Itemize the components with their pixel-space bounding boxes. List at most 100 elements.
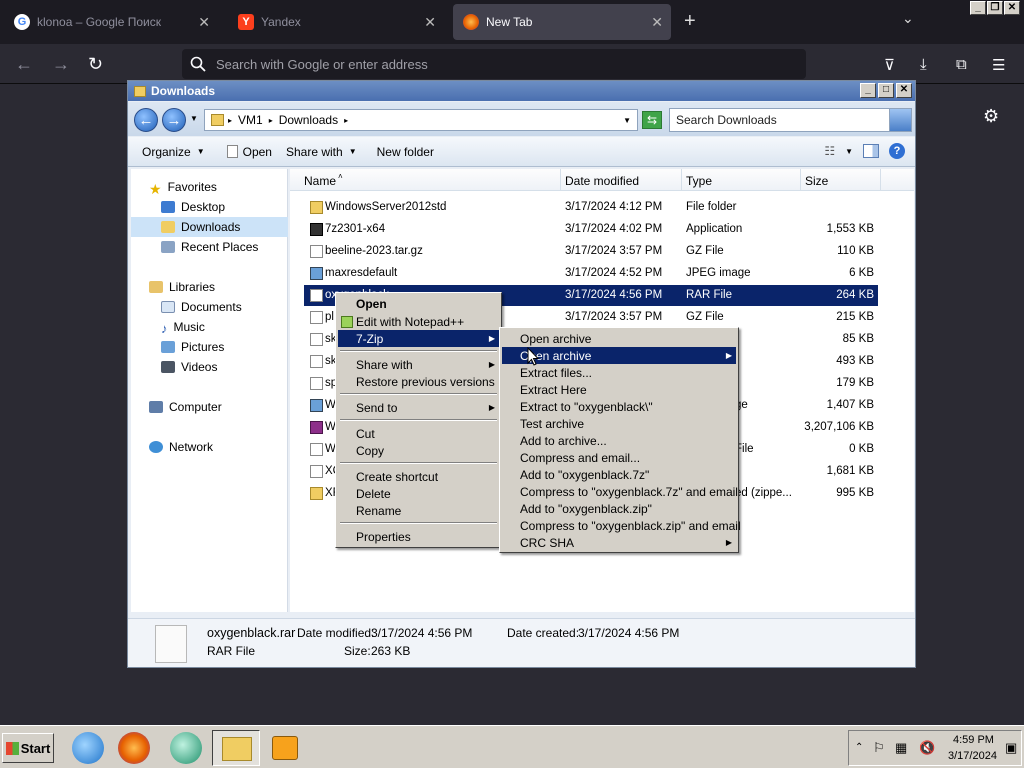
minimize-button[interactable]: _ [860,83,876,98]
recent-pages-chevron-icon[interactable]: ▼ [190,114,198,123]
address-dropdown-icon[interactable]: ▼ [623,116,631,125]
column-size[interactable]: Size [805,174,828,188]
chevron-down-icon[interactable]: ▼ [845,147,853,156]
tab-google[interactable]: G klonoa – Google Поиск ✕ [4,4,218,40]
menu-item-rename[interactable]: Rename [338,502,499,519]
tab-new-tab[interactable]: New Tab ✕ [453,4,671,40]
clock-date[interactable]: 3/17/2024 [948,750,997,762]
submenu-item-compress-7z-email[interactable]: Compress to "oxygenblack.7z" and email [502,483,738,500]
column-date-modified[interactable]: Date modified [565,174,639,188]
view-options-icon[interactable]: ☷ [824,144,835,158]
menu-item-cut[interactable]: Cut [338,425,499,442]
help-icon[interactable]: ? [889,143,905,159]
submenu-item-add-7z[interactable]: Add to "oxygenblack.7z" [502,466,736,483]
file-icon [310,289,323,302]
list-all-tabs-chevron-icon[interactable]: ⌄ [902,10,914,27]
url-bar[interactable]: Search with Google or enter address [182,49,806,79]
forward-arrow-icon[interactable]: → [52,54,70,75]
nav-libraries[interactable]: Libraries [131,277,288,297]
submenu-item-compress-zip-email[interactable]: Compress to "oxygenblack.zip" and email [502,517,741,534]
submenu-item-test-archive[interactable]: Test archive [502,415,736,432]
nav-computer[interactable]: Computer [131,397,288,417]
file-row[interactable]: beeline-2023.tar.gz 3/17/2024 3:57 PM GZ… [304,241,878,262]
media-center-icon[interactable] [170,732,202,764]
pocket-icon[interactable]: ⊽ [884,56,895,74]
chevron-icon: ▸ [268,115,273,125]
submenu-item-add-to-archive[interactable]: Add to archive... [502,432,736,449]
back-arrow-icon[interactable]: ← [15,54,33,75]
breadcrumb-vm1[interactable]: VM1 [238,113,263,127]
nav-videos[interactable]: Videos [131,357,288,377]
menu-item-open[interactable]: Open [338,295,499,312]
maximize-button[interactable]: □ [878,83,894,98]
back-button[interactable]: ← [134,108,158,132]
menu-item-7zip[interactable]: 7-Zip ▶ [338,330,499,347]
nav-downloads[interactable]: Downloads [131,217,288,237]
close-tab-icon[interactable]: ✕ [198,14,210,31]
new-folder-button[interactable]: New folder [377,145,434,159]
flag-icon[interactable]: ⚐ [873,740,885,756]
search-icon[interactable] [889,109,911,131]
close-tab-icon[interactable]: ✕ [424,14,436,31]
reload-icon[interactable]: ↻ [88,54,103,75]
nav-documents[interactable]: Documents [131,297,288,317]
submenu-item-extract-files[interactable]: Extract files... [502,364,736,381]
explorer-title-bar[interactable]: Downloads _ □ ✕ [128,81,915,101]
address-bar[interactable]: ▸ VM1 ▸ Downloads ▸ ▼ [204,109,638,131]
file-row[interactable]: maxresdefault 3/17/2024 4:52 PM JPEG ima… [304,263,878,284]
close-button[interactable]: ✕ [1004,1,1020,15]
gear-icon[interactable]: ⚙ [983,106,999,127]
submenu-item-compress-email[interactable]: Compress and email... [502,449,736,466]
file-row[interactable]: WindowsServer2012std 3/17/2024 4:12 PM F… [304,197,878,218]
new-tab-plus-icon[interactable]: + [684,10,696,33]
menu-icon[interactable]: ☰ [992,56,1005,74]
nav-favorites[interactable]: ★ Favorites [131,177,288,197]
search-input[interactable]: Search Downloads [669,108,912,132]
submenu-item-crc-sha[interactable]: CRC SHA ▶ [502,534,736,551]
menu-item-copy[interactable]: Copy [338,442,499,459]
file-row[interactable]: 7z2301-x64 3/17/2024 4:02 PM Application… [304,219,878,240]
organize-button[interactable]: Organize ▼ [142,145,205,159]
tab-yandex[interactable]: Y Yandex ✕ [228,4,444,40]
submenu-item-extract-here[interactable]: Extract Here [502,381,736,398]
nav-music[interactable]: ♪ Music [131,317,288,337]
volume-muted-icon[interactable]: 🔇 [919,740,935,756]
refresh-button[interactable]: ⇆ [642,111,662,129]
downloads-icon[interactable]: ⤓ [920,56,927,73]
media-player-icon[interactable] [272,736,298,760]
nav-pictures[interactable]: Pictures [131,337,288,357]
clock-time[interactable]: 4:59 PM [953,734,994,746]
close-tab-icon[interactable]: ✕ [651,14,663,31]
share-with-button[interactable]: Share with ▼ [286,145,357,159]
menu-item-create-shortcut[interactable]: Create shortcut [338,468,499,485]
breadcrumb-downloads[interactable]: Downloads [279,113,338,127]
menu-item-properties[interactable]: Properties [338,528,499,545]
start-button[interactable]: Start [2,733,54,763]
menu-item-share-with[interactable]: Share with ▶ [338,356,499,373]
menu-item-send-to[interactable]: Send to ▶ [338,399,499,416]
nav-network[interactable]: Network [131,437,288,457]
preview-pane-icon[interactable] [863,144,879,158]
network-icon[interactable]: ▦ [895,740,907,756]
menu-item-restore-previous[interactable]: Restore previous versions [338,373,499,390]
forward-button[interactable]: → [162,108,186,132]
explorer-taskbar-button[interactable] [212,730,260,766]
firefox-icon[interactable] [118,732,150,764]
nav-desktop[interactable]: Desktop [131,197,288,217]
minimize-button[interactable]: _ [970,1,986,15]
restore-button[interactable]: ❐ [987,1,1003,15]
column-type[interactable]: Type [686,174,712,188]
internet-explorer-icon[interactable] [72,732,104,764]
submenu-item-open-archive[interactable]: Open archive [502,330,736,347]
submenu-item-add-zip[interactable]: Add to "oxygenblack.zip" [502,500,736,517]
submenu-item-extract-to[interactable]: Extract to "oxygenblack\" [502,398,736,415]
show-desktop-icon[interactable]: ▣ [1005,740,1017,756]
nav-recent-places[interactable]: Recent Places [131,237,288,257]
extensions-icon[interactable]: ⧉ [956,56,967,73]
close-button[interactable]: ✕ [896,83,912,98]
menu-item-delete[interactable]: Delete [338,485,499,502]
menu-item-edit-notepadpp[interactable]: Edit with Notepad++ [338,313,499,330]
column-name[interactable]: Name [304,174,336,188]
show-hidden-icons-chevron-icon[interactable]: ⌃ [855,742,863,753]
open-button[interactable]: Open [226,145,272,159]
